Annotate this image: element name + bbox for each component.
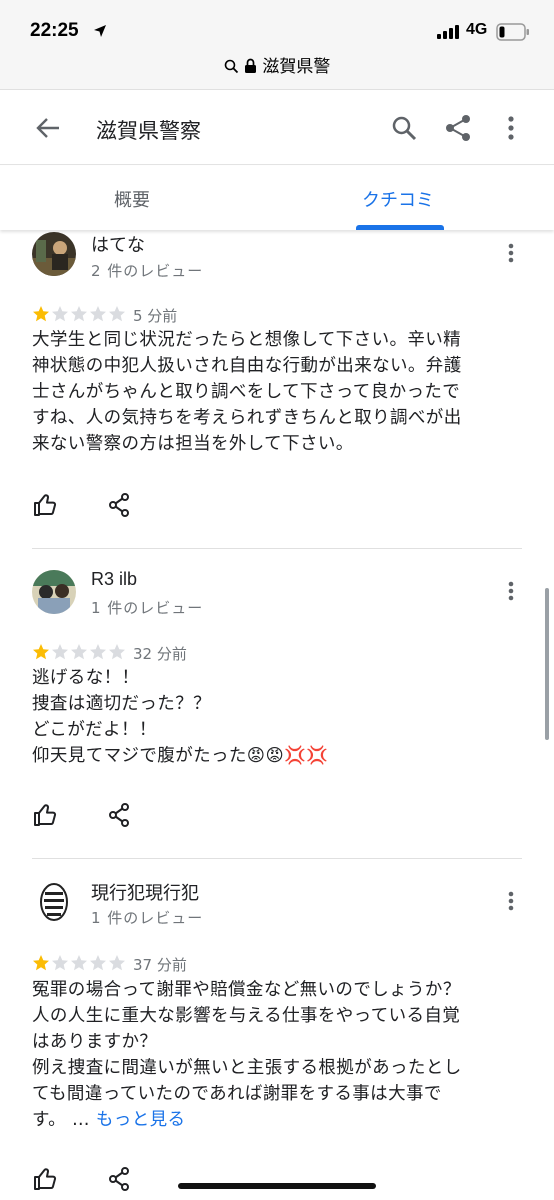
back-arrow-icon bbox=[36, 118, 59, 138]
star-filled-icon bbox=[33, 644, 49, 660]
star-empty-icon bbox=[52, 306, 68, 322]
star-rating bbox=[32, 643, 126, 661]
like-button[interactable] bbox=[30, 1164, 60, 1194]
review-more-button[interactable] bbox=[498, 576, 524, 606]
thumbs-up-icon bbox=[34, 1168, 57, 1190]
address-bar[interactable]: 滋賀県警 bbox=[0, 52, 554, 77]
avatar[interactable] bbox=[32, 232, 76, 276]
avatar-photo bbox=[32, 232, 76, 276]
review-share-button[interactable] bbox=[104, 800, 134, 830]
search-icon bbox=[224, 59, 238, 74]
review-text-line: 逃げるな！！ bbox=[32, 668, 140, 688]
more-options-button[interactable] bbox=[496, 111, 526, 145]
more-vert-icon bbox=[508, 243, 514, 263]
cell-signal-icon bbox=[437, 25, 459, 39]
thumbs-up-icon bbox=[34, 804, 57, 826]
review-author[interactable]: 現行犯現行犯 bbox=[91, 879, 199, 905]
review-text-line: 仰天見てマジで腹がたった😡😡💢💢 bbox=[32, 746, 329, 766]
star-empty-icon bbox=[71, 955, 87, 971]
network-type: 4G bbox=[466, 21, 488, 38]
review-text-line: 例え捜査に間違いが無いと主張する根拠があったとし bbox=[32, 1058, 462, 1078]
review-text-line: 神状態の中犯人扱いされ自由な行動が出来ない。弁護 bbox=[32, 356, 462, 376]
home-indicator[interactable] bbox=[178, 1183, 376, 1189]
review-text-line: す。 … もっと見る bbox=[32, 1107, 526, 1133]
review-text-line: 冤罪の場合って謝罪や賠償金など無いのでしょうか？ bbox=[32, 980, 461, 1000]
location-arrow-icon bbox=[94, 25, 106, 37]
review-time: 37 分前 bbox=[133, 956, 187, 974]
share-icon bbox=[109, 493, 129, 517]
more-vert-icon bbox=[508, 891, 514, 911]
review-text-line: ても間違っていたのであれば謝罪をする事は大事で bbox=[32, 1084, 442, 1104]
star-empty-icon bbox=[90, 644, 106, 660]
review-share-button[interactable] bbox=[104, 1164, 134, 1194]
scrollbar[interactable] bbox=[545, 588, 549, 740]
tab-reviews[interactable]: クチコミ bbox=[362, 186, 434, 212]
place-title: 滋賀県警察 bbox=[96, 119, 201, 143]
avatar-photo bbox=[32, 880, 76, 924]
star-filled-icon bbox=[33, 955, 49, 971]
avatar[interactable] bbox=[32, 570, 76, 614]
review-text-line: すね、人の気持ちを考えられずきちんと取り調べが出 bbox=[32, 408, 462, 428]
back-button[interactable] bbox=[28, 111, 68, 145]
more-vert-icon bbox=[508, 116, 514, 140]
status-time: 22:25 bbox=[30, 20, 79, 41]
search-button[interactable] bbox=[386, 111, 422, 145]
review-text-tail: す。 … bbox=[32, 1110, 96, 1130]
review-text: 逃げるな！！ 捜査は適切だった？？ どこがだよ！！ 仰天見てマジで腹がたった😡😡… bbox=[32, 665, 526, 769]
review-count: 1 件のレビュー bbox=[91, 599, 204, 617]
browser-status-area: 22:25 4G 滋賀県警 bbox=[0, 0, 554, 90]
star-empty-icon bbox=[90, 955, 106, 971]
review-time: 32 分前 bbox=[133, 645, 187, 663]
review-text-line: はありますか？ bbox=[32, 1032, 158, 1052]
review-more-button[interactable] bbox=[498, 886, 524, 916]
review-count: 2 件のレビュー bbox=[91, 262, 204, 280]
star-empty-icon bbox=[109, 644, 125, 660]
star-empty-icon bbox=[71, 644, 87, 660]
review-count: 1 件のレビュー bbox=[91, 909, 204, 927]
share-icon bbox=[109, 1167, 129, 1191]
divider bbox=[32, 858, 522, 859]
review-text: 冤罪の場合って謝罪や賠償金など無いのでしょうか？ 人の人生に重大な影響を与える仕… bbox=[32, 977, 526, 1133]
avatar[interactable] bbox=[32, 880, 76, 924]
share-icon bbox=[446, 115, 470, 141]
review-text-line: 捜査は適切だった？？ bbox=[32, 694, 211, 714]
star-empty-icon bbox=[109, 306, 125, 322]
review-text-line: 人の人生に重大な影響を与える仕事をやっている自覚 bbox=[32, 1006, 461, 1026]
search-icon bbox=[392, 116, 417, 141]
battery-icon bbox=[496, 23, 529, 41]
star-empty-icon bbox=[90, 306, 106, 322]
star-empty-icon bbox=[71, 306, 87, 322]
tab-bar: 概要 クチコミ bbox=[0, 166, 554, 230]
review-text-line: どこがだよ！！ bbox=[32, 720, 157, 740]
review-text-line: 士さんがちゃんと取り調べをして下さって良かったで bbox=[32, 382, 461, 402]
more-vert-icon bbox=[508, 581, 514, 601]
lock-icon bbox=[245, 58, 256, 73]
review-text-line: 大学生と同じ状況だったらと想像して下さい。辛い精 bbox=[32, 330, 462, 350]
star-empty-icon bbox=[109, 955, 125, 971]
share-icon bbox=[109, 803, 129, 827]
review-author[interactable]: はてな bbox=[91, 231, 145, 257]
star-empty-icon bbox=[52, 955, 68, 971]
review-text: 大学生と同じ状況だったらと想像して下さい。辛い精 神状態の中犯人扱いされ自由な行… bbox=[32, 327, 526, 457]
thumbs-up-icon bbox=[34, 494, 57, 516]
review-time: 5 分前 bbox=[133, 307, 178, 325]
active-tab-indicator bbox=[356, 225, 444, 230]
star-rating bbox=[32, 305, 126, 323]
app-bar: 滋賀県警察 bbox=[0, 91, 554, 165]
star-rating bbox=[32, 954, 126, 972]
read-more-link[interactable]: もっと見る bbox=[96, 1110, 186, 1130]
star-empty-icon bbox=[52, 644, 68, 660]
review-text-line: 来ない警察の方は担当を外して下さい。 bbox=[32, 434, 354, 454]
review-more-button[interactable] bbox=[498, 238, 524, 268]
tab-overview[interactable]: 概要 bbox=[114, 186, 150, 212]
star-filled-icon bbox=[33, 306, 49, 322]
like-button[interactable] bbox=[30, 800, 60, 830]
address-text: 滋賀県警 bbox=[262, 57, 331, 77]
review-author[interactable]: R3 ilb bbox=[91, 569, 137, 590]
like-button[interactable] bbox=[30, 490, 60, 520]
share-button[interactable] bbox=[440, 111, 476, 145]
divider bbox=[32, 548, 522, 549]
avatar-photo bbox=[32, 570, 76, 614]
review-share-button[interactable] bbox=[104, 490, 134, 520]
